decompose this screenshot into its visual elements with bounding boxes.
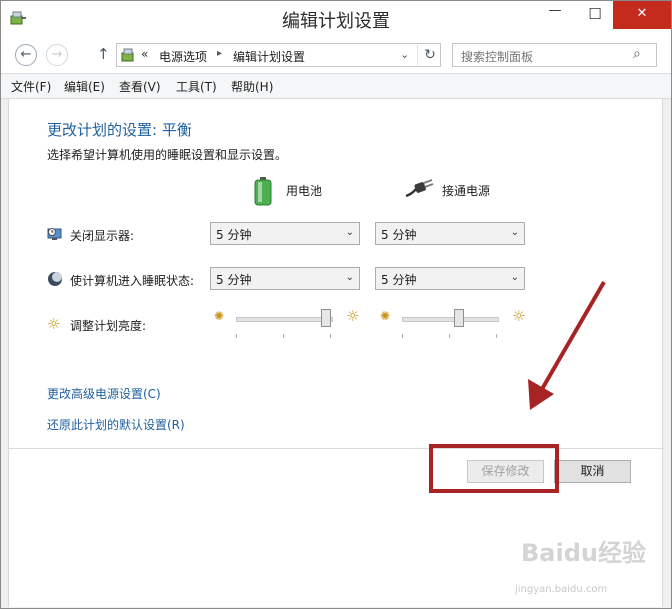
- brightness-plugged-slider[interactable]: ✺ ☼: [380, 307, 525, 338]
- slider-thumb[interactable]: [321, 309, 332, 327]
- forward-arrow-icon: →: [51, 47, 63, 62]
- slider-track: [402, 317, 499, 322]
- brightness-battery-slider[interactable]: ✺ ☼: [214, 307, 360, 338]
- menu-help[interactable]: 帮助(H): [231, 78, 273, 95]
- sleep-moon-icon: [48, 272, 62, 286]
- brightness-sun-icon: ☼: [47, 315, 61, 333]
- dim-sun-icon: ✺: [214, 309, 225, 323]
- page-description: 选择希望计算机使用的睡眠设置和显示设置。: [47, 148, 288, 162]
- breadcrumb-power-options[interactable]: 电源选项: [159, 48, 207, 65]
- close-button[interactable]: ✕: [613, 1, 671, 29]
- slider-ticks: [236, 334, 331, 339]
- advanced-power-settings-link[interactable]: 更改高级电源设置(C): [47, 385, 161, 402]
- close-icon: ✕: [636, 6, 648, 21]
- breadcrumb-overflow[interactable]: «: [141, 47, 148, 61]
- slider-thumb[interactable]: [454, 309, 464, 327]
- search-icon[interactable]: ⌕: [633, 46, 641, 62]
- minimize-button[interactable]: —: [535, 1, 575, 29]
- power-plug-icon: [405, 179, 434, 198]
- display-plugged-value: 5 分钟: [381, 228, 417, 242]
- address-history-dropdown-icon[interactable]: ⌄: [400, 48, 409, 61]
- menu-file[interactable]: 文件(F): [11, 78, 51, 95]
- menu-tools[interactable]: 工具(T): [176, 78, 217, 95]
- up-arrow-icon: ↑: [97, 45, 110, 63]
- watermark-logo: Baidu经验: [521, 539, 646, 567]
- search-input[interactable]: 搜索控制面板 ⌕: [452, 43, 657, 67]
- sleep-label: 使计算机进入睡眠状态:: [70, 274, 195, 288]
- title-bar: 编辑计划设置 — ☐ ✕: [1, 1, 671, 35]
- slider-track: [236, 317, 333, 322]
- annotation-highlight-box: [429, 444, 559, 493]
- breadcrumb-edit-plan[interactable]: 编辑计划设置: [233, 48, 305, 65]
- breadcrumb-separator-icon[interactable]: ▸: [217, 48, 222, 59]
- navigation-bar: ← → ↑ « 电源选项 ▸ 编辑计划设置 ⌄ ↻ 搜索控制面板 ⌕: [1, 35, 671, 74]
- watermark-url: jingyan.baidu.com: [515, 584, 608, 595]
- chevron-down-icon: ⌄: [345, 227, 354, 238]
- menu-bar: 文件(F) 编辑(E) 查看(V) 工具(T) 帮助(H): [1, 74, 671, 99]
- display-battery-value: 5 分钟: [216, 228, 252, 242]
- cancel-button[interactable]: 取消: [554, 460, 631, 483]
- battery-icon: [254, 177, 272, 206]
- refresh-button[interactable]: ↻: [417, 45, 442, 65]
- footer-divider: [9, 448, 664, 449]
- turn-off-display-label: 关闭显示器:: [70, 229, 135, 243]
- minimize-icon: —: [548, 3, 562, 18]
- page-title: 更改计划的设置: 平衡: [47, 121, 192, 139]
- brightness-label: 调整计划亮度:: [70, 319, 147, 333]
- maximize-button[interactable]: ☐: [575, 1, 615, 29]
- sleep-plugged-select[interactable]: 5 分钟 ⌄: [375, 267, 525, 290]
- edit-plan-settings-window: 编辑计划设置 — ☐ ✕ ← → ↑ « 电源选项 ▸ 编辑计划设置 ⌄ ↻ 搜…: [0, 0, 672, 609]
- sleep-battery-select[interactable]: 5 分钟 ⌄: [210, 267, 360, 290]
- sleep-battery-value: 5 分钟: [216, 273, 252, 287]
- monitor-clock-icon: [47, 228, 62, 240]
- maximize-icon: ☐: [588, 5, 602, 23]
- annotation-arrow-icon: [528, 280, 606, 410]
- display-battery-select[interactable]: 5 分钟 ⌄: [210, 222, 360, 245]
- control-panel-icon: [121, 48, 134, 62]
- bright-sun-icon: ☼: [346, 307, 360, 325]
- forward-button[interactable]: →: [46, 44, 68, 66]
- sleep-plugged-value: 5 分钟: [381, 273, 417, 287]
- menu-edit[interactable]: 编辑(E): [64, 78, 105, 95]
- chevron-down-icon: ⌄: [345, 272, 354, 283]
- dim-sun-icon: ✺: [380, 309, 391, 323]
- search-placeholder: 搜索控制面板: [461, 50, 534, 64]
- chevron-down-icon: ⌄: [510, 227, 519, 238]
- address-bar[interactable]: « 电源选项 ▸ 编辑计划设置 ⌄ ↻: [116, 43, 441, 67]
- up-button[interactable]: ↑: [97, 45, 110, 63]
- slider-ticks: [402, 334, 497, 339]
- display-plugged-select[interactable]: 5 分钟 ⌄: [375, 222, 525, 245]
- plugged-column-header: 接通电源: [442, 184, 491, 198]
- back-button[interactable]: ←: [15, 44, 37, 66]
- restore-defaults-link[interactable]: 还原此计划的默认设置(R): [47, 416, 185, 433]
- battery-column-header: 用电池: [286, 184, 323, 198]
- back-arrow-icon: ←: [20, 47, 32, 62]
- menu-view[interactable]: 查看(V): [119, 78, 161, 95]
